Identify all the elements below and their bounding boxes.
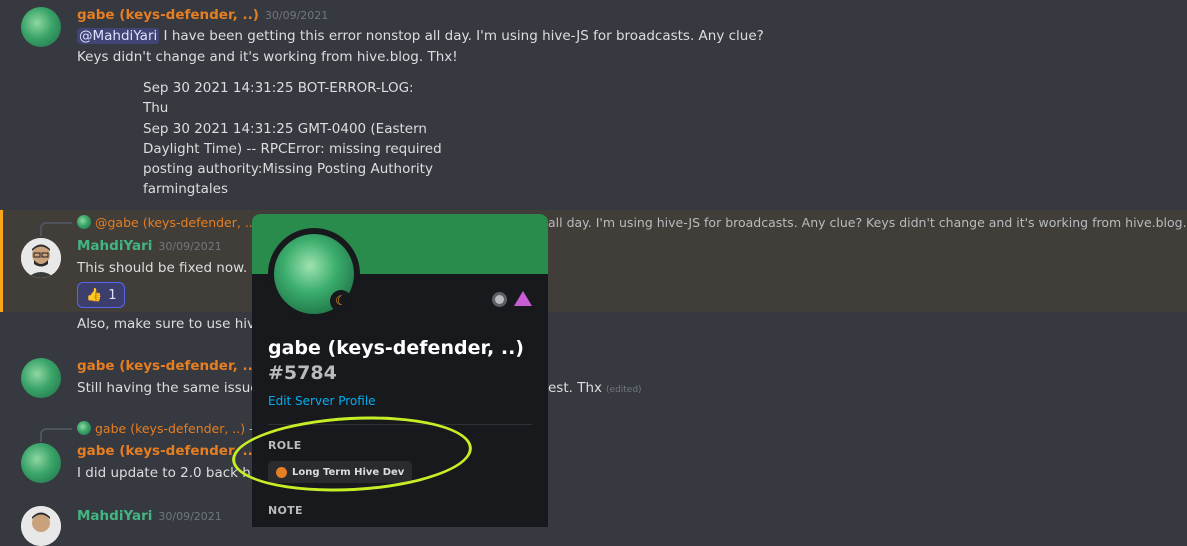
reply-preview-text: all day. I'm using hive-JS for broadcast… bbox=[548, 215, 1187, 230]
divider bbox=[268, 424, 532, 425]
username[interactable]: MahdiYari bbox=[77, 238, 152, 254]
mini-avatar bbox=[77, 421, 91, 435]
timestamp: 30/09/2021 bbox=[158, 510, 222, 523]
message-text: Keys didn't change and it's working from… bbox=[77, 49, 458, 65]
reply-reference[interactable]: gabe (keys-defender, ..) --- bbox=[77, 421, 263, 436]
message-header: gabe (keys-defender, ..) 30/09/2021 bbox=[77, 7, 328, 23]
message-header: MahdiYari 30/09/2021 bbox=[77, 238, 222, 254]
message-text: Still having the same issue. bbox=[77, 380, 263, 396]
reply-reference[interactable]: @gabe (keys-defender, ..) bbox=[77, 215, 258, 230]
moon-idle-icon: ☾ bbox=[330, 290, 352, 312]
message-text-span: I have been getting this error nonstop a… bbox=[159, 28, 764, 44]
reaction-count: 1 bbox=[108, 287, 117, 303]
username[interactable]: gabe (keys-defender, ..) bbox=[77, 443, 259, 459]
message-text: This should be fixed now. bbox=[77, 260, 248, 276]
role-color-dot bbox=[276, 466, 287, 478]
code-line: farmingtales bbox=[143, 181, 229, 198]
username[interactable]: gabe (keys-defender, ..) bbox=[77, 358, 259, 374]
code-line: posting authority:Missing Posting Author… bbox=[143, 161, 433, 178]
reply-preview[interactable]: all day. I'm using hive-JS for broadcast… bbox=[548, 215, 1187, 230]
timestamp: 30/09/2021 bbox=[158, 240, 222, 253]
profile-name: gabe (keys-defender, ..) bbox=[268, 337, 524, 359]
triangle-badge-icon[interactable] bbox=[514, 291, 532, 306]
username[interactable]: MahdiYari bbox=[77, 508, 152, 524]
avatar[interactable] bbox=[21, 506, 61, 546]
avatar[interactable] bbox=[21, 238, 61, 278]
role-label: Long Term Hive Dev bbox=[292, 466, 405, 478]
message-text: @MahdiYari I have been getting this erro… bbox=[77, 28, 764, 44]
user-mention[interactable]: @MahdiYari bbox=[77, 28, 160, 44]
note-heading: NOTE bbox=[268, 504, 303, 517]
avatar[interactable] bbox=[21, 7, 61, 47]
person-avatar-icon bbox=[21, 238, 61, 278]
user-profile-popout: ☾ gabe (keys-defender, ..) #5784 Edit Se… bbox=[252, 214, 548, 527]
avatar[interactable] bbox=[21, 443, 61, 483]
code-line: Daylight Time) -- RPCError: missing requ… bbox=[143, 140, 442, 157]
message-text: I did update to 2.0 back h bbox=[77, 465, 251, 481]
reply-spine bbox=[40, 428, 72, 442]
reply-username[interactable]: gabe (keys-defender, ..) bbox=[95, 421, 245, 436]
hypesquad-badge-icon[interactable] bbox=[492, 292, 507, 307]
role-chip[interactable]: Long Term Hive Dev bbox=[268, 461, 413, 483]
edit-server-profile-link[interactable]: Edit Server Profile bbox=[268, 394, 376, 408]
message-header: MahdiYari 30/09/2021 bbox=[77, 508, 222, 524]
reply-spine bbox=[40, 222, 72, 236]
message-header: gabe (keys-defender, ..)30 bbox=[77, 358, 279, 374]
message-text-tail: est. Thx (edited) bbox=[548, 380, 642, 396]
code-line: Sep 30 2021 14:31:25 GMT-0400 (Eastern bbox=[143, 120, 427, 137]
edited-tag: (edited) bbox=[606, 385, 642, 395]
error-log-block: Sep 30 2021 14:31:25 BOT-ERROR-LOG: Thu … bbox=[143, 78, 443, 200]
reaction-thumbs-up[interactable]: 👍 1 bbox=[77, 282, 126, 308]
reply-username[interactable]: @gabe (keys-defender, ..) bbox=[95, 215, 258, 230]
thumbs-up-icon: 👍 bbox=[86, 287, 103, 303]
role-heading: ROLE bbox=[268, 439, 302, 452]
message-text: Also, make sure to use hive bbox=[77, 316, 264, 332]
message-header: gabe (keys-defender, ..) bbox=[77, 443, 259, 459]
message-text-span: est. Thx bbox=[548, 380, 603, 396]
timestamp: 30/09/2021 bbox=[264, 9, 329, 22]
username[interactable]: gabe (keys-defender, ..) bbox=[77, 7, 259, 23]
person-avatar-icon bbox=[21, 506, 61, 546]
profile-discriminator: #5784 bbox=[268, 362, 337, 384]
mini-avatar bbox=[77, 215, 91, 229]
avatar[interactable] bbox=[21, 358, 61, 398]
code-line: Sep 30 2021 14:31:25 BOT-ERROR-LOG: Thu bbox=[143, 80, 414, 117]
